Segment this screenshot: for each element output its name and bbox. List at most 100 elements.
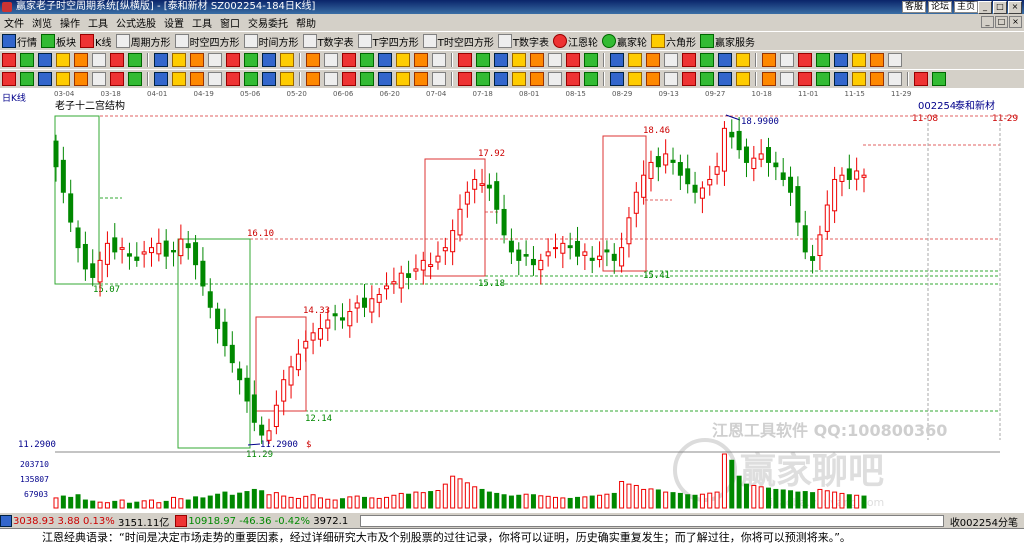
tool-tool-46-icon[interactable] [852,72,866,86]
hexagon-button[interactable]: 六角形 [651,34,696,49]
tool-tool-16-icon[interactable] [280,72,294,86]
draw-tool-45-icon[interactable] [834,53,848,67]
draw-tool-15-icon[interactable] [262,53,276,67]
sector-button[interactable]: 板块 [41,34,76,49]
draw-tool-32-icon[interactable] [584,53,598,67]
draw-tool-10-icon[interactable] [172,53,186,67]
menu-settings[interactable]: 设置 [160,15,188,30]
time-square-button[interactable]: 时间方形 [243,34,299,49]
tool-tool-8-icon[interactable] [128,72,142,86]
draw-tool-7-icon[interactable] [110,53,124,67]
draw-tool-24-icon[interactable] [432,53,446,67]
close-button[interactable]: × [1008,1,1022,14]
link-service[interactable]: 客服 [901,1,926,13]
tool-tool-37-icon[interactable] [682,72,696,86]
tool-tool-26-icon[interactable] [476,72,490,86]
menu-tools-1[interactable]: 工具 [84,15,112,30]
draw-tool-25-icon[interactable] [458,53,472,67]
draw-tool-6-icon[interactable] [92,53,106,67]
tool-tool-48-icon[interactable] [888,72,902,86]
t-spacetime-button[interactable]: T时空四方形 [422,34,494,49]
draw-tool-3-icon[interactable] [38,53,52,67]
minimize-button[interactable]: _ [978,1,992,14]
tool-tool-31-icon[interactable] [566,72,580,86]
tool-tool-6-icon[interactable] [92,72,106,86]
tool-tool-35-icon[interactable] [646,72,660,86]
link-home[interactable]: 主页 [953,1,978,13]
tool-tool-32-icon[interactable] [584,72,598,86]
draw-tool-9-icon[interactable] [154,53,168,67]
tool-tool-23-icon[interactable] [414,72,428,86]
tool-tool-49-icon[interactable] [914,72,928,86]
draw-tool-14-icon[interactable] [244,53,258,67]
tool-tool-18-icon[interactable] [324,72,338,86]
draw-tool-8-icon[interactable] [128,53,142,67]
draw-tool-27-icon[interactable] [494,53,508,67]
status-scrollbar[interactable] [360,515,944,527]
tool-tool-10-icon[interactable] [172,72,186,86]
draw-tool-23-icon[interactable] [414,53,428,67]
draw-tool-19-icon[interactable] [342,53,356,67]
menu-formula[interactable]: 公式选股 [112,15,160,30]
draw-tool-47-icon[interactable] [870,53,884,67]
draw-tool-39-icon[interactable] [718,53,732,67]
draw-tool-34-icon[interactable] [628,53,642,67]
tool-tool-33-icon[interactable] [610,72,624,86]
menu-browse[interactable]: 浏览 [28,15,56,30]
draw-tool-33-icon[interactable] [610,53,624,67]
tool-tool-3-icon[interactable] [38,72,52,86]
tool-tool-27-icon[interactable] [494,72,508,86]
mdi-restore-button[interactable]: □ [995,16,1008,28]
tool-tool-15-icon[interactable] [262,72,276,86]
sz-index-cell[interactable]: 10918.97 -46.36 -0.42% 3972.1 [175,515,348,527]
tool-tool-38-icon[interactable] [700,72,714,86]
tool-tool-30-icon[interactable] [548,72,562,86]
sh-index-cell[interactable]: 3038.93 3.88 0.13% 3151.11亿 [0,514,169,529]
draw-tool-21-icon[interactable] [378,53,392,67]
gann-wheel-button[interactable]: 江恩轮 [553,34,598,49]
tool-tool-36-icon[interactable] [664,72,678,86]
tool-tool-34-icon[interactable] [628,72,642,86]
mdi-close-button[interactable]: × [1009,16,1022,28]
tick-data-cell[interactable]: 收002254分笔 [950,514,1018,529]
draw-tool-18-icon[interactable] [324,53,338,67]
draw-tool-40-icon[interactable] [736,53,750,67]
draw-tool-13-icon[interactable] [226,53,240,67]
menu-file[interactable]: 文件 [0,15,28,30]
draw-tool-46-icon[interactable] [852,53,866,67]
tool-tool-40-icon[interactable] [736,72,750,86]
menu-window[interactable]: 窗口 [216,15,244,30]
tool-tool-14-icon[interactable] [244,72,258,86]
draw-tool-2-icon[interactable] [20,53,34,67]
quote-button[interactable]: 行情 [2,34,37,49]
menu-help[interactable]: 帮助 [292,15,320,30]
draw-tool-1-icon[interactable] [2,53,16,67]
tool-tool-4-icon[interactable] [56,72,70,86]
t-number-table-2-button[interactable]: T数字表 [497,34,549,49]
draw-tool-16-icon[interactable] [280,53,294,67]
tool-tool-2-icon[interactable] [20,72,34,86]
t-square-button[interactable]: T字四方形 [357,34,419,49]
tool-tool-44-icon[interactable] [816,72,830,86]
draw-tool-5-icon[interactable] [74,53,88,67]
draw-tool-22-icon[interactable] [396,53,410,67]
draw-tool-30-icon[interactable] [548,53,562,67]
draw-tool-20-icon[interactable] [360,53,374,67]
menu-tools-2[interactable]: 工具 [188,15,216,30]
tool-tool-28-icon[interactable] [512,72,526,86]
spacetime-square-button[interactable]: 时空四方形 [174,34,240,49]
tool-tool-47-icon[interactable] [870,72,884,86]
draw-tool-29-icon[interactable] [530,53,544,67]
draw-tool-31-icon[interactable] [566,53,580,67]
draw-tool-35-icon[interactable] [646,53,660,67]
tool-tool-24-icon[interactable] [432,72,446,86]
draw-tool-26-icon[interactable] [476,53,490,67]
tool-tool-29-icon[interactable] [530,72,544,86]
draw-tool-38-icon[interactable] [700,53,714,67]
draw-tool-43-icon[interactable] [798,53,812,67]
winner-service-button[interactable]: 赢家服务 [700,34,755,49]
draw-tool-48-icon[interactable] [888,53,902,67]
draw-tool-41-icon[interactable] [762,53,776,67]
tool-tool-5-icon[interactable] [74,72,88,86]
kline-button[interactable]: K线 [80,34,112,49]
